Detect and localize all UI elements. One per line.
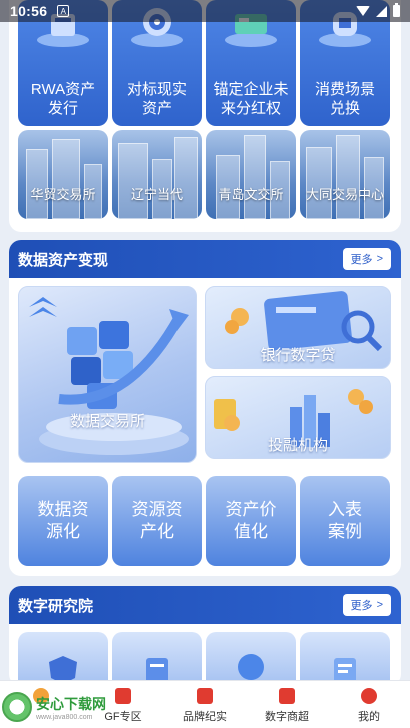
building-image [306,147,332,219]
chevron-right-icon: > [376,253,383,265]
building-image [244,135,266,219]
watermark-url: www.java800.com [36,713,93,721]
nav-label: 数字商超 [265,711,309,723]
nav-item-brand[interactable]: 品牌纪实 [164,681,246,728]
exchange-label: 华贸交易所 [30,187,96,202]
research-section: 数字研究院 更多 > [9,586,401,686]
button-label: 值化 [234,522,268,541]
building-image [174,137,198,219]
more-label: 更多 [350,600,373,612]
button-label: 入表 [328,500,362,519]
status-bar: 10:56 A [0,0,410,22]
feature-tile-label: 发行 [47,100,78,117]
feature-tile-label: 资产 [141,100,172,117]
more-button[interactable]: 更多 > [342,594,391,616]
battery-icon [393,3,400,17]
exchange-tile-datong[interactable]: 大同交易中心 [300,130,390,219]
gf-zone-icon [115,688,131,704]
shop-icon [279,688,295,704]
feature-tile-label: 对标现实 [126,81,187,98]
section-title: 数据资产变现 [18,251,109,269]
building-image [52,139,80,219]
brand-icon [197,688,213,704]
exchange-label: 辽宁当代 [130,187,183,202]
more-button[interactable]: 更多 > [342,248,391,270]
section-title: 数字研究院 [18,597,94,615]
data-cube-illustration [29,297,189,455]
globe-icon [238,654,264,680]
nav-label: 我的 [358,711,380,723]
table-cases-button[interactable]: 入表 案例 [300,476,390,566]
research-tile[interactable] [112,632,202,686]
chevron-right-icon: > [376,599,383,611]
exchange-tile-huamao[interactable]: 华贸交易所 [18,130,108,219]
feature-tile-label: 消费场景 [314,81,375,98]
feature-tile-label: RWA资产 [30,81,96,98]
nav-item-shop[interactable]: 数字商超 [246,681,328,728]
exchange-label: 大同交易中心 [305,187,384,202]
section-header: 数字研究院 更多 > [9,586,401,624]
watermark: 安心下载网 www.java800.com [2,692,106,722]
watermark-logo [2,692,32,722]
exchange-tile-liaoning[interactable]: 辽宁当代 [112,130,202,219]
data-resource-button[interactable]: 数据资 源化 [18,476,108,566]
wifi-icon [356,6,370,16]
bank-loan-panel[interactable]: 银行数字贷 [205,286,391,369]
button-label: 数据资 [37,500,89,519]
nav-label: GF专区 [104,711,142,723]
feature-tile-label: 兑换 [329,100,360,117]
button-label: 源化 [46,522,80,541]
exchange-tile-qingdao[interactable]: 青岛文交所 [206,130,296,219]
watermark-title: 安心下载网 [36,695,106,712]
section-header: 数据资产变现 更多 > [9,240,401,278]
data-exchange-panel[interactable]: 数据交易所 [18,286,197,463]
data-asset-section: 数据资产变现 更多 > 数据交易所 银行数字贷 投融机构 数据资 源化 资源资 … [9,240,401,576]
panel-label: 数据交易所 [69,413,145,430]
button-label: 资产价 [225,500,277,519]
feature-tile-label: 锚定企业未 [213,81,289,98]
exchange-label: 青岛文交所 [218,187,284,202]
panel-label: 银行数字贷 [260,347,336,364]
top-feature-card: RWA资产发行 对标现实资产 锚定企业未来分红权 消费场景兑换 华贸交易所 辽宁… [9,0,401,232]
panel-label: 投融机构 [267,437,328,454]
research-tile[interactable] [300,632,390,686]
building-image [336,135,360,219]
button-label: 资源资 [131,500,183,519]
profile-icon [361,688,377,704]
feature-tile-label: 来分红权 [220,100,281,117]
asset-value-button[interactable]: 资产价 值化 [206,476,296,566]
research-tile[interactable] [206,632,296,686]
investment-panel[interactable]: 投融机构 [205,376,391,459]
button-label: 产化 [140,522,174,541]
bottom-nav: 首页 GF专区 品牌纪实 数字商超 我的 安心下载网 www.java800.c… [0,680,410,728]
status-time: 10:56 [10,3,48,19]
resource-asset-button[interactable]: 资源资 产化 [112,476,202,566]
button-label: 案例 [328,522,362,541]
building-image [118,143,148,219]
sim-icon: A [57,5,70,17]
research-tile[interactable] [18,632,108,686]
nav-item-profile[interactable]: 我的 [328,681,410,728]
more-label: 更多 [350,254,373,266]
nav-label: 品牌纪实 [183,711,227,723]
signal-icon [376,5,387,17]
